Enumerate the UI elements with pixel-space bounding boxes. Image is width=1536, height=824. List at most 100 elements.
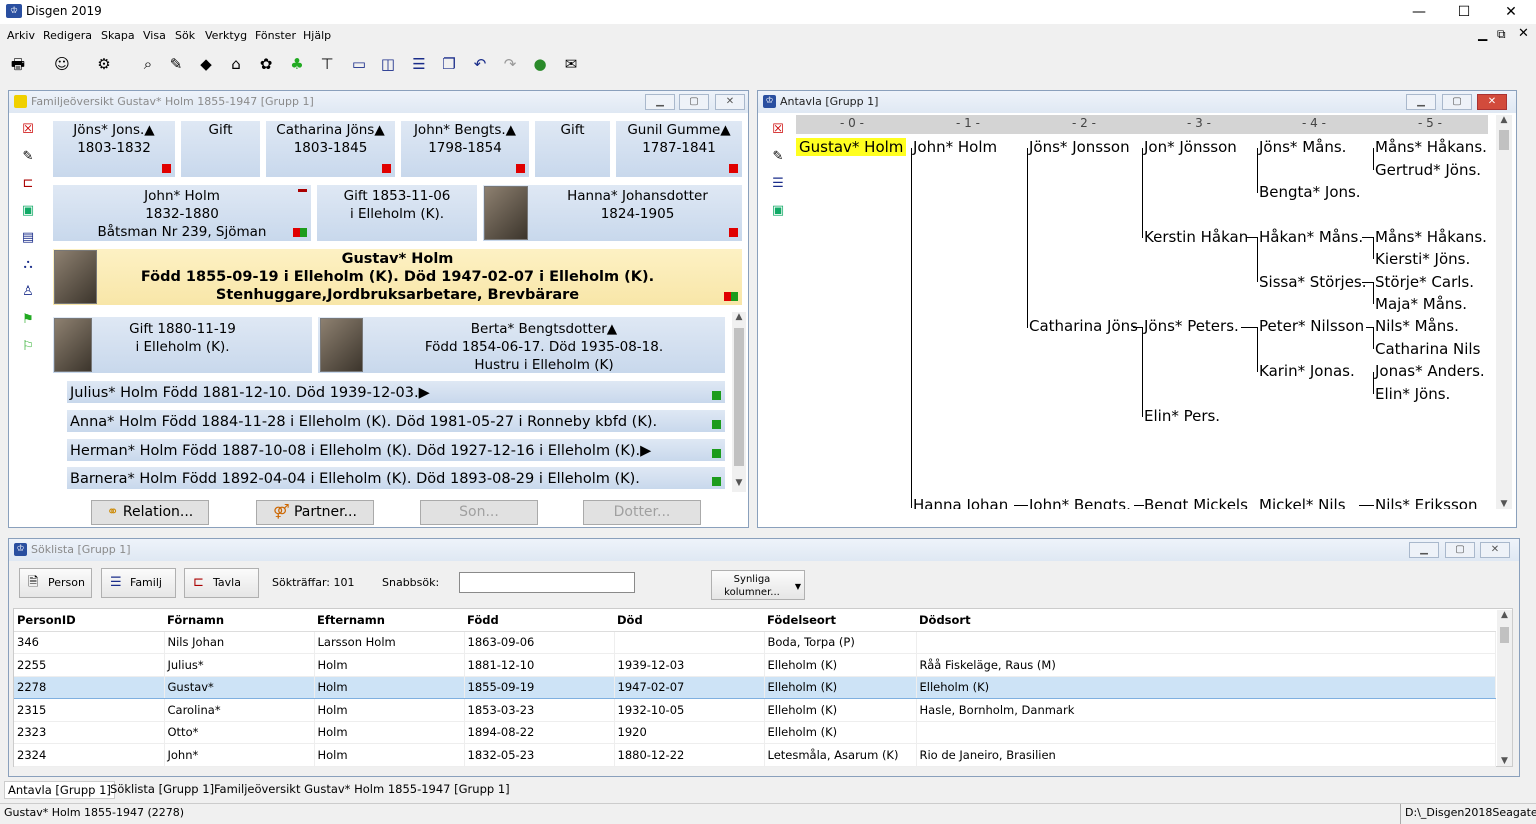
menu-verktyg[interactable]: Verktyg <box>205 29 247 42</box>
dotter-button[interactable]: Dotter... <box>583 500 701 525</box>
antavla-window-maximize[interactable]: ▢ <box>1442 94 1472 110</box>
pedigree-person[interactable]: Kiersti* Jöns. <box>1375 250 1470 268</box>
soklista-window-titlebar[interactable]: ♔ Söklista [Grupp 1] ▁ ▢ ✕ <box>9 539 1519 561</box>
pedigree-person[interactable]: Maja* Måns. <box>1375 295 1467 313</box>
mdi-restore-icon[interactable]: ⧉ <box>1497 27 1506 42</box>
chart-icon[interactable]: ✎ <box>166 54 186 74</box>
menu-redigera[interactable]: Redigera <box>43 29 92 42</box>
grandparents-marriage-paternal[interactable]: Gift <box>180 120 261 178</box>
family-icon[interactable]: ▣ <box>18 201 38 221</box>
pedigree-person[interactable]: Karin* Jonas. <box>1259 362 1355 380</box>
soklista-window-maximize[interactable]: ▢ <box>1445 542 1475 558</box>
child-row[interactable]: Barnera* Holm Född 1892-04-04 i Elleholm… <box>66 466 726 490</box>
pedigree-person[interactable]: Peter* Nilsson <box>1259 317 1364 335</box>
main-person-box[interactable]: Gustav* Holm Född 1855-09-19 i Elleholm … <box>52 248 743 306</box>
binoculars-icon[interactable]: ⌕ <box>138 54 158 74</box>
column-header[interactable]: Förnamn <box>164 610 314 632</box>
pedigree-person[interactable]: Störje* Carls. <box>1375 273 1474 291</box>
split-window-icon[interactable]: ◫ <box>378 54 398 74</box>
column-header[interactable]: PersonID <box>14 610 164 632</box>
quick-search-input[interactable] <box>459 572 635 593</box>
son-button[interactable]: Son... <box>420 500 538 525</box>
soklista-window-minimize[interactable]: ▁ <box>1409 542 1439 558</box>
column-header[interactable]: Död <box>614 610 764 632</box>
pedigree-person[interactable]: Jöns* Jonsson <box>1029 138 1130 156</box>
tree-icon[interactable]: ♣ <box>287 54 307 74</box>
table-row[interactable]: 2324 John* Holm 1832-05-23 1880-12-22 Letesmå… <box>14 743 1496 767</box>
father-box[interactable]: John* Holm 1832-1880 Båtsman Nr 239, Sjö… <box>52 184 312 242</box>
hierarchy-icon[interactable]: ♙ <box>18 282 38 302</box>
pedigree-person[interactable]: Elin* Jöns. <box>1375 385 1450 403</box>
table-row[interactable]: 2255 Julius* Holm 1881-12-10 1939-12-03 Elleh… <box>14 653 1496 677</box>
pedigree-person[interactable]: Jöns* Måns. <box>1259 138 1346 156</box>
menu-visa[interactable]: Visa <box>143 29 166 42</box>
pedigree-person[interactable]: Hanna Johan <box>913 496 1008 509</box>
delete-icon[interactable]: ☒ <box>768 120 788 140</box>
grandfather-maternal[interactable]: John* Bengts.▲ 1798-1854 <box>400 120 530 178</box>
list-icon[interactable]: ☰ <box>768 174 788 194</box>
column-header[interactable]: Född <box>464 610 614 632</box>
visible-columns-button[interactable]: Synliga kolumner... ▼ <box>711 570 805 600</box>
table-row[interactable]: 2323 Otto* Holm 1894-08-22 1920 Elleholm (K) <box>14 721 1496 744</box>
tools-icon[interactable]: ⚙ <box>94 54 114 74</box>
mdi-minimize-icon[interactable]: ▁ <box>1478 27 1487 41</box>
pedigree-person[interactable]: Sissa* Störjes. <box>1259 273 1367 291</box>
list-icon[interactable]: ☰ <box>409 54 429 74</box>
spouse-box[interactable]: Berta* Bengtsdotter▲ Född 1854-06-17. Dö… <box>317 316 726 374</box>
pedigree-person[interactable]: Måns* Håkans. <box>1375 228 1487 246</box>
pedigree-person[interactable]: Håkan* Måns. <box>1259 228 1363 246</box>
pedigree-person[interactable]: Catharina Nils <box>1375 340 1480 358</box>
pedigree-person[interactable]: Måns* Håkans. <box>1375 138 1487 156</box>
antavla-window-titlebar[interactable]: ♔ Antavla [Grupp 1] ▁ ▢ ✕ <box>758 91 1516 113</box>
note-icon[interactable]: ✉ <box>561 54 581 74</box>
partner-button[interactable]: ⚤ Partner... <box>256 500 374 525</box>
descendants-icon[interactable]: ⛬ <box>18 255 38 275</box>
antavla-scrollbar[interactable]: ▲ ▼ <box>1496 115 1512 509</box>
soklista-window-close[interactable]: ✕ <box>1480 542 1510 558</box>
pedigree-person[interactable]: Catharina Jöns <box>1029 317 1138 335</box>
children-scrollbar[interactable]: ▲ ▼ <box>732 312 746 492</box>
pedigree-root[interactable]: Gustav* Holm <box>796 138 907 156</box>
maximize-button[interactable]: ☐ <box>1449 2 1479 22</box>
pedigree-icon[interactable]: ⊤ <box>317 54 337 74</box>
print-icon[interactable]: 🖶 <box>8 54 28 74</box>
marriage-photo[interactable] <box>54 318 92 372</box>
pedigree-person[interactable]: Bengta* Jons. <box>1259 183 1361 201</box>
pedigree-person[interactable]: Bengt Mickels <box>1144 496 1248 509</box>
family-window-close[interactable]: ✕ <box>715 94 745 110</box>
antavla-window-minimize[interactable]: ▁ <box>1406 94 1436 110</box>
grandmother-maternal[interactable]: Gunil Gumme▲ 1787-1841 <box>615 120 743 178</box>
pedigree-person[interactable]: Jon* Jönsson <box>1144 138 1237 156</box>
menu-sok[interactable]: Sök <box>175 29 195 42</box>
menu-arkiv[interactable]: Arkiv <box>7 29 35 42</box>
tavla-button[interactable]: ⊏ Tavla <box>184 568 259 598</box>
family-window-maximize[interactable]: ▢ <box>679 94 709 110</box>
column-header[interactable]: Födelseort <box>764 610 916 632</box>
home-icon[interactable]: ⌂ <box>226 54 246 74</box>
cascade-icon[interactable]: ❐ <box>439 54 459 74</box>
grandfather-paternal[interactable]: Jöns* Jons.▲ 1803-1832 <box>52 120 176 178</box>
window-icon[interactable]: ▭ <box>349 54 369 74</box>
grandparents-marriage-maternal[interactable]: Gift <box>534 120 611 178</box>
pedigree-person[interactable]: Mickel* Nils <box>1259 496 1346 509</box>
pedigree-person[interactable]: Elin* Pers. <box>1144 407 1220 425</box>
globe-icon[interactable]: ● <box>530 54 550 74</box>
pin-down-icon[interactable]: ⚐ <box>18 337 38 357</box>
table-row[interactable]: 2278 Gustav* Holm 1855-09-19 1947-02-07 Elleh… <box>14 675 1496 699</box>
parents-marriage-box[interactable]: Gift 1853-11-06 i Elleholm (K). <box>316 184 478 242</box>
pedigree-person[interactable]: Nils* Måns. <box>1375 317 1459 335</box>
familj-button[interactable]: ☰ Familj <box>101 568 176 598</box>
pedigree-person[interactable]: Kerstin Håkan <box>1144 228 1248 246</box>
main-person-photo[interactable] <box>54 250 97 304</box>
pedigree-person[interactable]: John* Holm <box>913 138 997 156</box>
child-row[interactable]: Julius* Holm Född 1881-12-10. Död 1939-1… <box>66 380 726 404</box>
menu-hjalp[interactable]: Hjälp <box>303 29 331 42</box>
book-icon[interactable]: ◆ <box>196 54 216 74</box>
tab-antavla[interactable]: Antavla [Grupp 1] <box>4 781 115 799</box>
antavla-window-close[interactable]: ✕ <box>1477 94 1507 110</box>
results-scrollbar[interactable]: ▲ ▼ <box>1497 610 1512 766</box>
close-button[interactable]: ✕ <box>1496 2 1526 22</box>
tab-familjeoversikt[interactable]: Familjeöversikt Gustav* Holm 1855-1947 [… <box>211 781 513 799</box>
forward-icon[interactable]: ↷ <box>500 54 520 74</box>
family-window-minimize[interactable]: ▁ <box>645 94 675 110</box>
